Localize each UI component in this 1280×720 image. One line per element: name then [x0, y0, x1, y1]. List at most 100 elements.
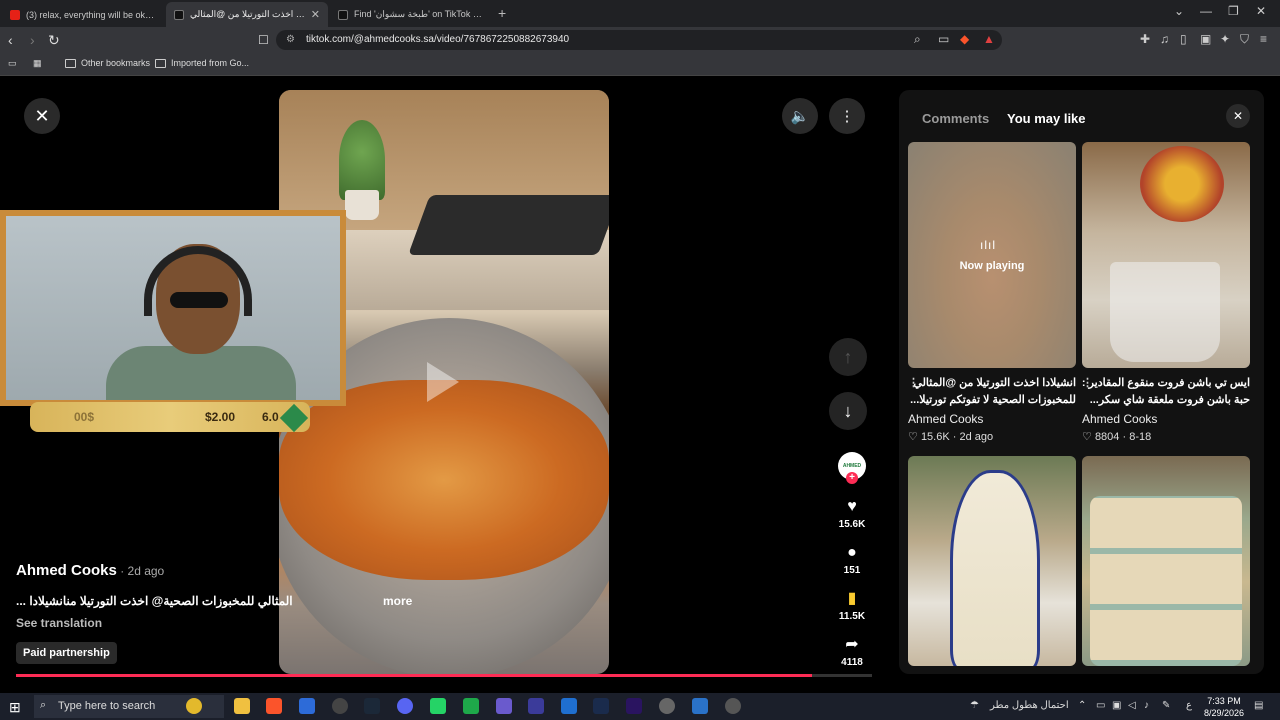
maximize-button[interactable]: ❐ — [1228, 4, 1239, 18]
previous-video-button[interactable]: ↑ — [829, 338, 867, 376]
tab-list-icon[interactable]: ⌄ — [1174, 4, 1184, 18]
app-window-icon[interactable] — [692, 698, 708, 714]
whatsapp-icon[interactable] — [430, 698, 446, 714]
bookmark-icon[interactable]: ☐ — [258, 33, 269, 47]
taskbar-clock[interactable]: 7:33 PM 8/29/2026 — [1200, 695, 1248, 719]
cast-icon[interactable]: ▭ — [938, 32, 949, 46]
recommended-card[interactable]: ılıl Now playing ⋮ انشيلادا اخذت التورتي… — [908, 142, 1076, 443]
recommended-card[interactable] — [1082, 456, 1250, 666]
close-panel-button[interactable]: ✕ — [1226, 104, 1250, 128]
weather-icon[interactable]: ☂ — [970, 700, 979, 711]
media-icon[interactable]: ♫ — [1160, 32, 1169, 46]
file-explorer-icon[interactable] — [234, 698, 250, 714]
language-indicator[interactable]: ع — [1186, 700, 1192, 711]
next-video-button[interactable]: ↓ — [829, 392, 867, 430]
apps-grid-icon[interactable]: ▦ — [33, 58, 42, 69]
video-thumbnail[interactable] — [908, 456, 1076, 666]
brave-shield-icon[interactable]: ◆ — [960, 32, 969, 46]
outlook-icon[interactable] — [561, 698, 577, 714]
bookmark-folder-imported[interactable]: Imported from Go... — [155, 58, 249, 68]
card-author[interactable]: Ahmed Cooks — [1082, 412, 1250, 426]
cortana-sparkle-icon[interactable] — [186, 698, 202, 714]
comment-action[interactable]: ● 151 — [844, 544, 861, 576]
extensions-icon[interactable]: ✚ — [1140, 32, 1150, 46]
see-translation-link[interactable]: See translation — [16, 616, 316, 630]
steam-icon[interactable] — [364, 698, 380, 714]
video-progress-bar[interactable] — [16, 674, 872, 677]
tab-youtube[interactable]: (3) relax, everything will be okay... (m — [2, 2, 164, 27]
recommended-card[interactable]: ⋮ ايس تي باشن فروت منقوع المقادير : حبة … — [1082, 142, 1250, 443]
tray-chevron-icon[interactable]: ⌃ — [1078, 700, 1086, 711]
tab-you-may-like[interactable]: You may like — [1007, 111, 1086, 126]
close-tab-icon[interactable]: ✕ — [311, 8, 320, 21]
follow-plus-icon[interactable]: + — [846, 472, 858, 484]
video-thumbnail[interactable]: ılıl Now playing — [908, 142, 1076, 368]
card-title[interactable]: ⋮ انشيلادا اخذت التورتيلا من @المثالي لل… — [908, 375, 1076, 409]
wallet-icon[interactable]: ▣ — [1200, 32, 1211, 46]
tiktok-app-icon[interactable] — [463, 698, 479, 714]
url-field[interactable]: ⚙ tiktok.com/@ahmedcooks.sa/video/767867… — [276, 30, 1002, 50]
game-app-icon[interactable] — [496, 698, 512, 714]
microphone-icon[interactable]: ♪ — [1144, 700, 1149, 711]
card-menu-icon[interactable]: ⋮ — [1082, 375, 1093, 392]
share-icon: ➦ — [845, 636, 859, 653]
vpn-icon[interactable]: ⛉ — [1240, 32, 1249, 47]
recommended-card[interactable] — [908, 456, 1076, 666]
close-window-button[interactable]: ✕ — [1256, 4, 1266, 18]
vpn-app-icon[interactable] — [528, 698, 544, 714]
bookmark-app-icon[interactable]: ▭ — [8, 58, 17, 69]
author-avatar[interactable]: AHMED + — [838, 452, 866, 484]
like-action[interactable]: ♥ 15.6K — [839, 498, 866, 530]
close-video-button[interactable]: ✕ — [24, 98, 60, 134]
card-title[interactable]: ⋮ ايس تي باشن فروت منقوع المقادير : حبة … — [1082, 375, 1250, 409]
sidebar-icon[interactable]: ▯ — [1180, 32, 1187, 46]
card-menu-icon[interactable]: ⋮ — [908, 375, 919, 392]
video-thumbnail[interactable] — [1082, 142, 1250, 368]
premiere-icon[interactable] — [626, 698, 642, 714]
reload-button[interactable]: ↻ — [48, 32, 60, 49]
heart-icon: ♥ — [847, 498, 857, 515]
pen-icon[interactable]: ✎ — [1162, 700, 1170, 711]
author-name[interactable]: Ahmed Cooks — [16, 562, 117, 579]
menu-icon[interactable]: ≡ — [1260, 32, 1267, 46]
caption-more-button[interactable]: more — [383, 594, 412, 608]
display-icon[interactable]: ▣ — [1112, 700, 1121, 711]
leo-icon[interactable]: ✦ — [1220, 32, 1230, 46]
save-action[interactable]: ▮ 11.5K — [839, 590, 865, 622]
minimize-button[interactable]: — — [1200, 4, 1212, 18]
notifications-icon[interactable]: ▤ — [1254, 700, 1263, 711]
back-button[interactable]: ‹ — [8, 32, 13, 48]
settings-app-icon[interactable] — [725, 698, 741, 714]
site-info-icon[interactable]: ⚙ — [286, 34, 295, 45]
tab-comments[interactable]: Comments — [922, 111, 989, 126]
donation-amount: $2.00 — [205, 410, 236, 424]
store-icon[interactable] — [299, 698, 315, 714]
bookmark-folder-other[interactable]: Other bookmarks — [65, 58, 150, 68]
video-thumbnail[interactable] — [1082, 456, 1250, 666]
brave-rewards-icon[interactable]: ▲ — [983, 32, 995, 46]
discord-icon[interactable] — [397, 698, 413, 714]
play-icon[interactable] — [427, 362, 459, 402]
tab-tiktok-search[interactable]: Find 'طبخة سشوان' on TikTok | TikTok — [330, 2, 492, 27]
new-tab-button[interactable]: + — [498, 5, 506, 21]
network-icon[interactable]: ▭ — [1096, 700, 1105, 711]
zoom-icon[interactable]: ⌕ — [914, 32, 921, 47]
tab-tiktok-video[interactable]: انشيلادا اخذت التورتيلا من @المثالي ✕ — [166, 2, 328, 27]
heart-outline-icon: ♡ — [908, 431, 918, 443]
browser-tab-bar: (3) relax, everything will be okay... (m… — [0, 0, 1280, 27]
speaker-icon[interactable]: ◁ — [1128, 700, 1136, 711]
card-author[interactable]: Ahmed Cooks — [908, 412, 1076, 426]
share-action[interactable]: ➦ 4118 — [841, 636, 863, 668]
fresco-icon[interactable] — [593, 698, 609, 714]
weather-text[interactable]: احتمال هطول مطر — [990, 700, 1069, 711]
windows-start-icon[interactable]: ⊞ — [9, 699, 21, 716]
brave-app-icon[interactable] — [266, 698, 282, 714]
more-options-button[interactable]: ⋮ — [829, 98, 865, 134]
donation-bar-text: 00$ — [74, 410, 95, 424]
app-icon[interactable] — [659, 698, 675, 714]
youtube-icon — [10, 9, 20, 20]
volume-button[interactable]: 🔈 — [782, 98, 818, 134]
forward-button[interactable]: › — [30, 32, 35, 48]
donation-extra: 6.0 — [262, 410, 279, 424]
obs-icon[interactable] — [332, 698, 348, 714]
